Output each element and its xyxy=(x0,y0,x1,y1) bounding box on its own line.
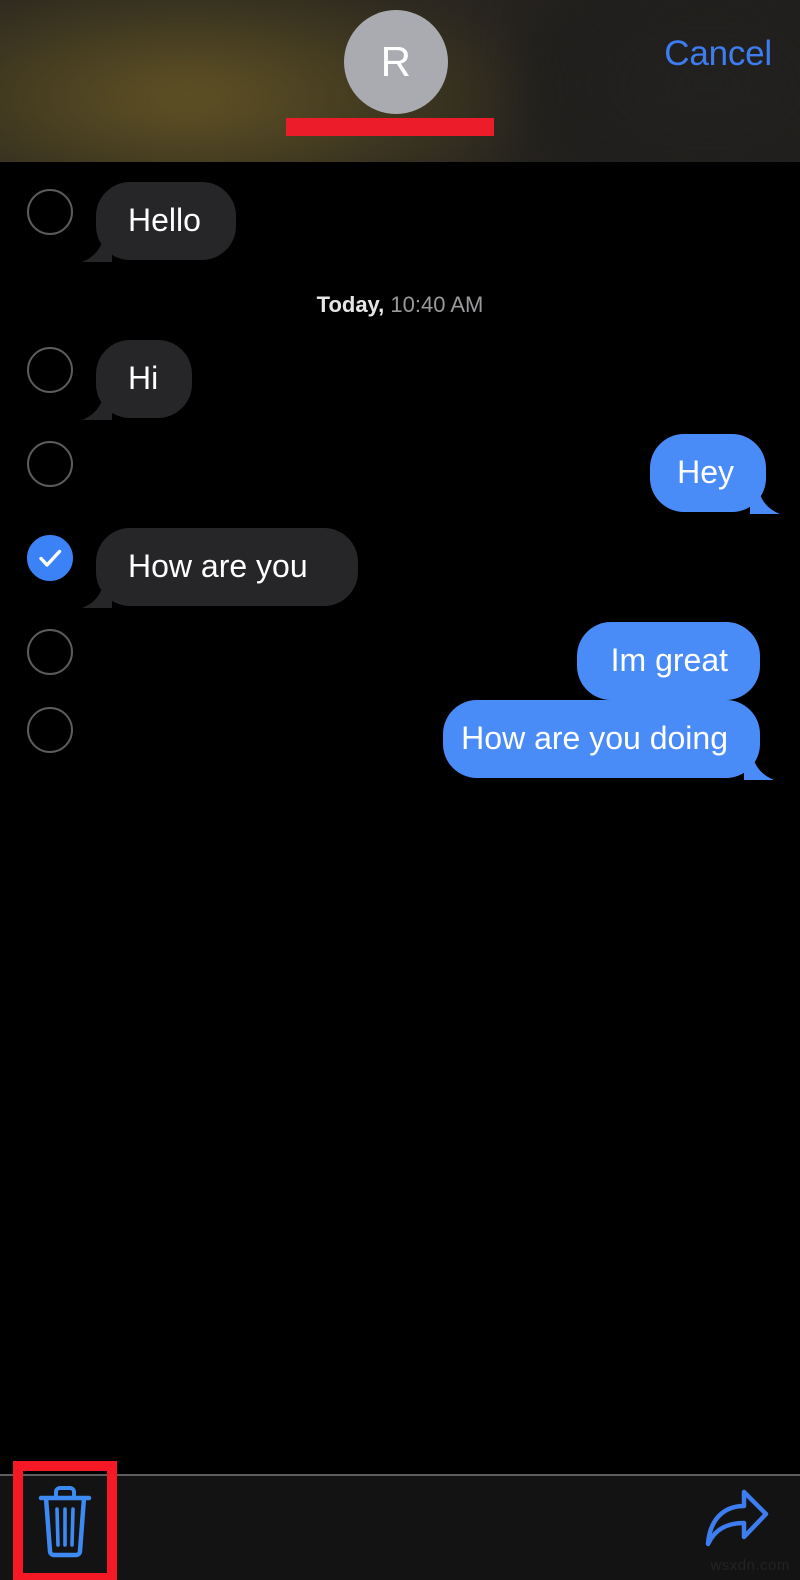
message-text: How are you xyxy=(128,548,308,584)
message-text: Hi xyxy=(128,360,159,396)
outgoing-message-bubble[interactable]: How are you doing xyxy=(443,700,774,780)
avatar-initial: R xyxy=(380,38,412,85)
avatar[interactable]: R xyxy=(344,10,448,114)
cancel-button[interactable]: Cancel xyxy=(664,34,772,74)
message-checkbox[interactable] xyxy=(27,347,73,393)
selection-toolbar xyxy=(0,1476,800,1580)
incoming-message-bubble[interactable]: How are you xyxy=(82,528,358,608)
timestamp-divider: Today, 10:40 AM xyxy=(0,292,800,318)
bubble-tail xyxy=(82,574,112,608)
outgoing-message-bubble[interactable]: Hey xyxy=(650,434,780,514)
checkmark-icon xyxy=(39,549,62,567)
header-blur-tint xyxy=(0,0,560,162)
message-text: How are you doing xyxy=(461,720,728,756)
message-checkbox[interactable] xyxy=(27,707,73,753)
message-text: Hey xyxy=(677,454,734,490)
bubble-tail xyxy=(744,746,774,780)
incoming-message-bubble[interactable]: Hi xyxy=(82,340,192,420)
message-checkbox[interactable] xyxy=(27,441,73,487)
timestamp-day: Today, xyxy=(316,292,385,317)
bubble-tail xyxy=(82,386,112,420)
message-text: Im great xyxy=(610,642,728,678)
delete-button[interactable] xyxy=(35,1485,95,1559)
outgoing-message-bubble[interactable]: Im great xyxy=(577,622,760,700)
conversation-header: R Cancel xyxy=(0,0,800,162)
messages-selection-screen: R Cancel Today, 10:40 AM Hello Hi Hey How a… xyxy=(0,0,800,1580)
bubble-tail xyxy=(750,480,780,514)
forward-arrow-icon xyxy=(705,1489,769,1547)
message-checkbox[interactable] xyxy=(27,629,73,675)
watermark: wsxdn.com xyxy=(710,1557,790,1574)
redaction-bar xyxy=(286,118,494,136)
message-checkbox-selected[interactable] xyxy=(27,535,73,581)
message-checkbox[interactable] xyxy=(27,189,73,235)
trash-icon xyxy=(38,1486,92,1558)
timestamp-time: 10:40 AM xyxy=(384,292,484,317)
bubble-tail xyxy=(82,228,112,262)
incoming-message-bubble[interactable]: Hello xyxy=(82,182,236,262)
message-text: Hello xyxy=(128,202,201,238)
header-blur-tint-right xyxy=(510,0,800,162)
forward-button[interactable] xyxy=(704,1487,770,1549)
message-list[interactable]: Today, 10:40 AM Hello Hi Hey How are you Im … xyxy=(0,162,800,1475)
